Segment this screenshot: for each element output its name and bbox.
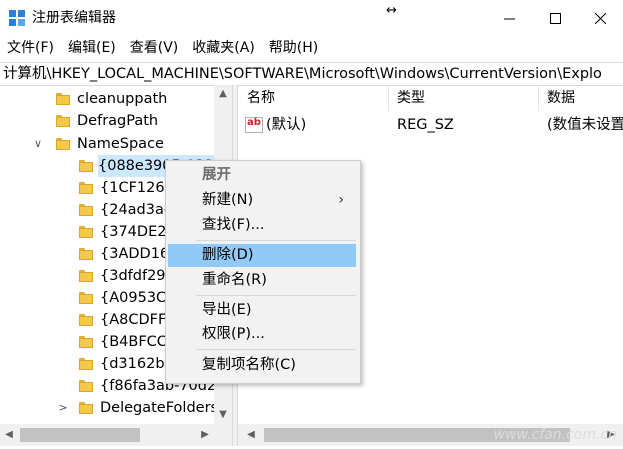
title-bar[interactable]: 注册表编辑器 ↔ [0,0,623,36]
menu-item-rename[interactable]: 重命名(R) [168,269,356,292]
column-header-data[interactable]: 数据 [547,85,575,111]
folder-icon [79,358,93,370]
menu-item-delete[interactable]: 删除(D) [168,244,356,267]
folder-icon [56,115,70,127]
menu-bar: 文件(F) 编辑(E) 查看(V) 收藏夹(A) 帮助(H) [0,36,623,60]
folder-icon [79,182,93,194]
folder-icon [56,93,70,105]
menu-item-label: 新建(N) [202,192,254,208]
tree-item-cleanuppath[interactable]: cleanuppath [0,88,214,110]
resize-cursor-icon: ↔ [386,3,397,18]
folder-icon [79,336,93,348]
scroll-down-icon[interactable]: ▼ [214,406,232,424]
column-divider[interactable] [388,85,389,111]
minimize-button[interactable] [486,0,532,36]
menu-separator [196,349,356,350]
menu-file[interactable]: 文件(F) [0,36,61,60]
folder-icon [79,160,93,172]
scroll-thumb[interactable] [20,428,140,442]
value-data: (数值未设置) [547,117,623,133]
tree-horizontal-scrollbar[interactable]: ◀ ▶ [0,424,232,446]
scroll-left-icon[interactable]: ◀ [242,426,260,444]
menu-edit[interactable]: 编辑(E) [61,36,123,60]
menu-item-export[interactable]: 导出(E) [168,299,356,322]
tree-item-label: DefragPath [77,113,159,129]
maximize-icon [549,12,561,24]
chevron-down-icon[interactable]: ∨ [32,133,44,155]
scroll-up-icon[interactable]: ▲ [214,85,232,103]
close-icon [594,12,606,24]
menu-separator [196,295,356,296]
column-header-type[interactable]: 类型 [397,85,425,111]
folder-icon [79,380,93,392]
folder-icon [79,292,93,304]
menu-favorites[interactable]: 收藏夹(A) [185,36,262,60]
tree-item-label: NameSpace [77,136,164,152]
folder-icon [79,248,93,260]
string-value-icon: ab [245,117,263,133]
tree-item-label: cleanuppath [77,91,168,107]
folder-icon [79,314,93,326]
menu-help[interactable]: 帮助(H) [262,36,325,60]
close-button[interactable] [577,0,623,36]
value-name[interactable]: (默认) [266,114,306,136]
window-title: 注册表编辑器 [32,10,116,26]
folder-icon [79,226,93,238]
menu-item-new[interactable]: 新建(N) › [168,189,356,212]
scroll-left-icon[interactable]: ◀ [0,426,18,444]
column-header-name[interactable]: 名称 [247,85,275,111]
folder-icon [79,270,93,282]
watermark: www.cfan.com.cn [493,427,617,443]
maximize-button[interactable] [532,0,578,36]
column-divider[interactable] [538,85,539,111]
folder-icon [79,402,93,414]
tree-item-defragpath[interactable]: DefragPath [0,110,214,132]
menu-item-expand[interactable]: 展开 [168,164,356,187]
chevron-right-icon[interactable]: > [57,397,69,419]
minimize-icon [503,18,515,19]
menu-item-copy-key-name[interactable]: 复制项名称(C) [168,354,356,377]
folder-icon [79,204,93,216]
address-bar[interactable]: 计算机\HKEY_LOCAL_MACHINE\SOFTWARE\Microsof… [0,62,623,86]
folder-icon [56,138,70,150]
menu-item-permissions[interactable]: 权限(P)... [168,323,356,346]
menu-item-find[interactable]: 查找(F)... [168,214,356,237]
tree-item-namespace[interactable]: ∨ NameSpace [0,133,214,155]
value-type: REG_SZ [397,117,454,133]
scroll-right-icon[interactable]: ▶ [196,426,214,444]
context-menu: 展开 新建(N) › 查找(F)... 删除(D) 重命名(R) 导出(E) 权… [165,160,361,384]
registry-editor-icon [9,10,25,26]
address-path[interactable]: 计算机\HKEY_LOCAL_MACHINE\SOFTWARE\Microsof… [0,66,602,82]
menu-view[interactable]: 查看(V) [123,36,186,60]
menu-separator [196,240,356,241]
tree-item-label: DelegateFolders [100,400,219,416]
submenu-arrow-icon: › [338,192,344,208]
tree-item-delegatefolders[interactable]: > DelegateFolders [0,397,218,419]
